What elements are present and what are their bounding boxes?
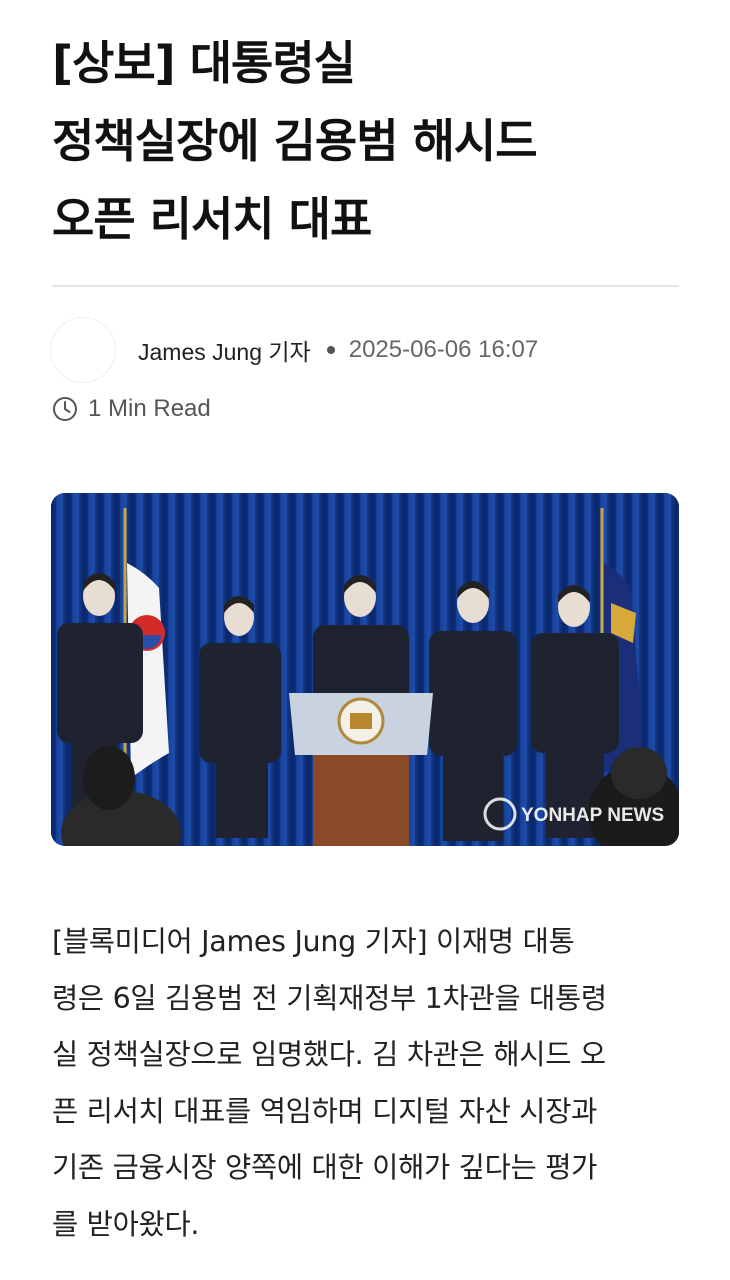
author-name[interactable]: James Jung 기자 <box>138 333 311 367</box>
article-photo[interactable]: YONHAP NEWS <box>51 493 679 846</box>
title-line: 오픈 리서치 대표 <box>52 192 372 246</box>
body-line: [블록미디어 James Jung 기자] 이재명 대통 <box>52 925 575 958</box>
byline-separator-dot <box>326 346 335 354</box>
clock-icon <box>53 397 77 421</box>
photo-watermark: YONHAP NEWS <box>521 805 664 826</box>
title-line: 정책실장에 김용범 해시드 <box>52 114 538 168</box>
body-line: 를 받아왔다. <box>52 1207 200 1241</box>
read-time: 1 Min Read <box>52 393 211 425</box>
article-title: [상보] 대통령실 정책실장에 김용범 해시드 오픈 리서치 대표 <box>52 24 692 258</box>
byline: James Jung 기자 2025-06-06 16:07 <box>50 316 538 384</box>
title-line: [상보] 대통령실 <box>52 36 356 90</box>
author-avatar[interactable] <box>50 317 116 383</box>
press-conference-photo: YONHAP NEWS <box>51 493 679 846</box>
article-body: [블록미디어 James Jung 기자] 이재명 대통 령은 6일 김용범 전… <box>52 914 692 1253</box>
body-line: 실 정책실장으로 임명했다. 김 차관은 해시드 오 <box>52 1038 606 1071</box>
body-line: 기존 금융시장 양쪽에 대한 이해가 깊다는 평가 <box>52 1151 598 1184</box>
title-divider <box>52 285 679 287</box>
body-line: 령은 6일 김용범 전 기획재정부 1차관을 대통령 <box>52 981 607 1015</box>
body-line: 픈 리서치 대표를 역임하며 디지털 자산 시장과 <box>52 1094 598 1128</box>
read-time-label: 1 Min Read <box>88 395 211 422</box>
publish-date: 2025-06-06 16:07 <box>348 336 539 363</box>
